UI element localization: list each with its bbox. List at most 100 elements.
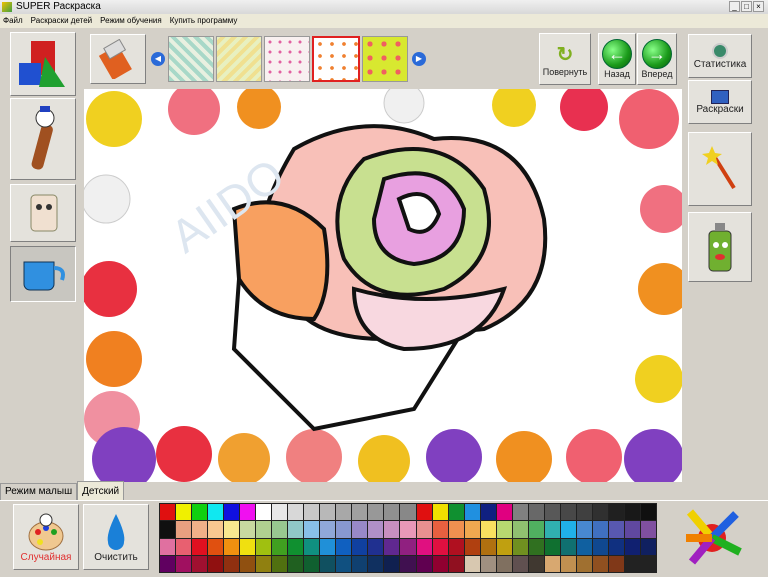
color-swatch[interactable] — [368, 538, 384, 555]
color-swatch[interactable] — [512, 538, 528, 555]
color-swatch[interactable] — [352, 555, 368, 572]
color-swatch[interactable] — [288, 521, 304, 538]
color-swatch[interactable] — [224, 555, 240, 572]
color-swatch[interactable] — [368, 555, 384, 572]
forward-button[interactable]: → Вперед — [637, 33, 677, 85]
patterns-next-button[interactable]: ▶ — [412, 52, 426, 66]
color-swatch[interactable] — [160, 538, 176, 555]
magic-wand-button[interactable] — [688, 132, 752, 206]
color-swatch[interactable] — [208, 504, 224, 521]
color-swatch[interactable] — [576, 521, 592, 538]
color-swatch[interactable] — [176, 555, 192, 572]
color-swatch[interactable] — [464, 521, 480, 538]
color-swatch[interactable] — [592, 504, 608, 521]
pattern-thumb[interactable] — [264, 36, 310, 82]
color-swatch[interactable] — [496, 538, 512, 555]
color-swatch[interactable] — [448, 555, 464, 572]
color-swatch[interactable] — [576, 504, 592, 521]
fill-tool-button[interactable] — [10, 246, 76, 302]
color-swatch[interactable] — [560, 504, 576, 521]
color-swatch[interactable] — [256, 538, 272, 555]
color-swatch[interactable] — [240, 504, 256, 521]
color-swatch[interactable] — [640, 504, 656, 521]
color-swatch[interactable] — [464, 555, 480, 572]
color-swatch[interactable] — [592, 521, 608, 538]
color-swatch[interactable] — [272, 504, 288, 521]
color-swatch[interactable] — [496, 504, 512, 521]
color-swatch[interactable] — [288, 538, 304, 555]
color-swatch[interactable] — [336, 555, 352, 572]
color-swatch[interactable] — [448, 538, 464, 555]
color-swatch[interactable] — [208, 538, 224, 555]
color-swatch[interactable] — [592, 538, 608, 555]
color-swatch[interactable] — [416, 504, 432, 521]
color-swatch[interactable] — [432, 521, 448, 538]
color-swatch[interactable] — [176, 521, 192, 538]
color-swatch[interactable] — [320, 521, 336, 538]
color-swatch[interactable] — [608, 538, 624, 555]
color-swatch[interactable] — [560, 555, 576, 572]
color-swatch[interactable] — [192, 538, 208, 555]
shapes-tool-button[interactable] — [10, 32, 76, 96]
color-swatch[interactable] — [544, 504, 560, 521]
patterns-prev-button[interactable]: ◀ — [151, 52, 165, 66]
color-swatch[interactable] — [352, 504, 368, 521]
color-swatch[interactable] — [432, 504, 448, 521]
menu-buy[interactable]: Купить программу — [170, 14, 238, 28]
color-swatch[interactable] — [336, 504, 352, 521]
color-swatch[interactable] — [480, 555, 496, 572]
color-swatch[interactable] — [512, 555, 528, 572]
pattern-thumb[interactable] — [216, 36, 262, 82]
color-swatch[interactable] — [160, 521, 176, 538]
color-swatch[interactable] — [288, 555, 304, 572]
color-swatch[interactable] — [640, 521, 656, 538]
color-swatch[interactable] — [256, 504, 272, 521]
color-swatch[interactable] — [496, 555, 512, 572]
color-swatch[interactable] — [160, 504, 176, 521]
color-swatch[interactable] — [400, 538, 416, 555]
color-swatch[interactable] — [464, 504, 480, 521]
color-swatch[interactable] — [304, 555, 320, 572]
color-swatch[interactable] — [416, 521, 432, 538]
color-swatch[interactable] — [384, 504, 400, 521]
color-swatch[interactable] — [448, 504, 464, 521]
brush-tool-button[interactable] — [10, 98, 76, 180]
color-swatch[interactable] — [272, 538, 288, 555]
color-swatch[interactable] — [528, 504, 544, 521]
pattern-thumb-selected[interactable] — [312, 36, 360, 82]
color-swatch[interactable] — [544, 538, 560, 555]
coloring-canvas[interactable]: AIIDO — [84, 89, 682, 482]
color-swatch[interactable] — [528, 555, 544, 572]
tab-toddler-mode[interactable]: Режим малыш — [0, 483, 78, 500]
rotate-button[interactable]: ↻ Повернуть — [539, 33, 591, 85]
color-swatch[interactable] — [352, 538, 368, 555]
maximize-button[interactable]: □ — [741, 1, 752, 12]
color-swatch[interactable] — [496, 521, 512, 538]
color-swatch[interactable] — [608, 504, 624, 521]
color-swatch[interactable] — [432, 555, 448, 572]
color-swatch[interactable] — [384, 521, 400, 538]
color-swatch[interactable] — [528, 538, 544, 555]
color-swatch[interactable] — [304, 521, 320, 538]
color-swatch[interactable] — [400, 555, 416, 572]
color-swatch[interactable] — [624, 521, 640, 538]
color-swatch[interactable] — [528, 521, 544, 538]
eraser-tool-button[interactable] — [10, 184, 76, 242]
menu-file[interactable]: Файл — [3, 14, 23, 28]
color-swatch[interactable] — [272, 555, 288, 572]
color-swatch[interactable] — [400, 521, 416, 538]
color-swatch[interactable] — [224, 504, 240, 521]
color-swatch[interactable] — [544, 521, 560, 538]
menu-kids-pages[interactable]: Раскраски детей — [31, 14, 92, 28]
color-swatch[interactable] — [368, 504, 384, 521]
color-swatch[interactable] — [368, 521, 384, 538]
color-swatch[interactable] — [416, 538, 432, 555]
color-swatch[interactable] — [208, 555, 224, 572]
color-swatch[interactable] — [240, 538, 256, 555]
minimize-button[interactable]: _ — [729, 1, 740, 12]
color-swatch[interactable] — [576, 538, 592, 555]
pattern-thumb[interactable] — [168, 36, 214, 82]
color-swatch[interactable] — [560, 521, 576, 538]
color-swatch[interactable] — [304, 504, 320, 521]
color-swatch[interactable] — [288, 504, 304, 521]
